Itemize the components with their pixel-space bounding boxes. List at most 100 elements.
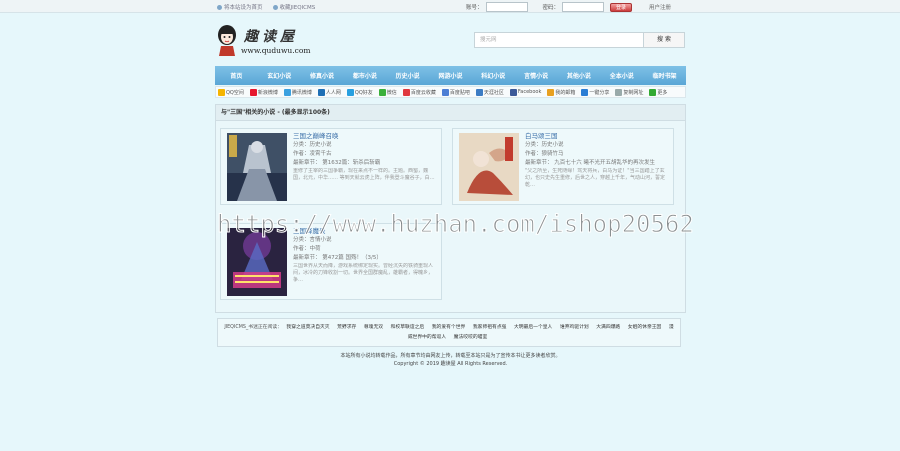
book-intro: "父之所至，生死随缘！驾天将兵，白马为证！"当三国踏上了玄幻，也只史先生重修，后… <box>525 168 666 188</box>
share-qq[interactable]: QQ好友 <box>346 88 373 96</box>
readers-reading-box: JIEQICMS_书迷正在阅读： 我穿之道莫决自灭灭 荒野求存 尊魂无双 和校草… <box>217 318 681 347</box>
main-nav: 首页 玄幻小说 修真小说 都市小说 历史小说 网游小说 科幻小说 言情小说 其他… <box>215 66 686 85</box>
tencent-weibo-icon <box>283 88 291 96</box>
nav-quanben[interactable]: 全本小说 <box>600 71 643 80</box>
tianya-icon <box>475 88 483 96</box>
footer-copyright: Copyright © 2019 趣读屋 All Rights Reserved… <box>393 361 508 367</box>
book-card[interactable]: 白马颂三国 分类：历史小说 作者：狼骑竹马 最新章节： 九百七十六 曦不光开五胡… <box>452 128 674 205</box>
reading-link[interactable]: 和校草联谊之后 <box>391 325 425 330</box>
account-label: 账号： <box>466 5 483 11</box>
book-intro: 三国世界从天而降，游戏系统绑定现实。曾经沉失的铁骑重现人间，冰冷的刀锋收割一切。… <box>293 263 434 283</box>
mail-icon <box>547 88 555 96</box>
nav-bookshelf[interactable]: 临时书架 <box>643 71 686 80</box>
book-author: 作者：狼骑竹马 <box>525 151 564 157</box>
plus-icon <box>649 88 657 96</box>
book-latest-chapter[interactable]: 最新章节： 第1632篇：斩杀后斩霸 <box>293 159 437 168</box>
book-intro: 重修了主宰的三国争霸，现在来点不一样的。主题。西蜀，魏国，北元，中华…… 等到天… <box>293 168 435 181</box>
book-cover-image[interactable] <box>227 228 287 296</box>
share-tieba[interactable]: 百度贴吧 <box>441 88 470 96</box>
reading-link[interactable]: 谁弃鸡驱计划 <box>560 325 589 330</box>
nav-qita[interactable]: 其他小说 <box>558 71 601 80</box>
share-mail[interactable]: 我的邮箱 <box>547 88 575 96</box>
top-bar: 将本站设为首页 收藏JIEQICMS 账号： 密码： 登录 用户注册 <box>0 0 900 13</box>
logo-title: 趣读屋 <box>244 29 298 45</box>
heart-icon <box>402 88 410 96</box>
copy-icon <box>615 88 623 96</box>
book-author: 作者：凌霄千古 <box>293 151 332 157</box>
nav-wangyou[interactable]: 网游小说 <box>429 71 472 80</box>
reading-link[interactable]: 我家师祖有点强 <box>473 325 507 330</box>
home-icon <box>217 4 222 10</box>
set-home-link[interactable]: 将本站设为首页 <box>217 3 263 11</box>
nav-home[interactable]: 首页 <box>215 71 258 80</box>
watermark-text: https://www.huzhan.com/ishop20562 <box>217 210 695 239</box>
login-button[interactable]: 登录 <box>610 2 633 12</box>
book-latest-chapter[interactable]: 最新章节： 九百七十六 曦不光开五胡乱华的再次发生 <box>525 159 669 168</box>
nav-yanqing[interactable]: 言情小说 <box>515 71 558 80</box>
reading-label: JIEQICMS_书迷正在阅读： <box>224 325 282 330</box>
share-renren[interactable]: 人人网 <box>317 88 341 96</box>
register-link[interactable]: 用户注册 <box>649 3 671 11</box>
wechat-icon <box>378 88 386 96</box>
share-baiducloud[interactable]: 百度云收藏 <box>402 88 436 96</box>
password-label: 密码： <box>542 5 560 11</box>
book-cover-image[interactable] <box>459 133 519 201</box>
results-heading: 与"三国"相关的小说 - (最多显示100条) <box>216 105 685 121</box>
tieba-icon <box>441 88 449 96</box>
reading-link[interactable]: 荒野求存 <box>337 325 356 330</box>
nav-lishi[interactable]: 历史小说 <box>386 71 429 80</box>
search-results-panel: 与"三国"相关的小说 - (最多显示100条) 三国之巅峰召唤 分类：历史小说 … <box>215 104 686 313</box>
password-input[interactable] <box>562 2 605 12</box>
logo-url: www.quduwu.com <box>241 46 311 55</box>
reading-link[interactable]: 大明最后一个皇人 <box>514 325 552 330</box>
reading-link[interactable]: 魔法咬咬的喵室 <box>454 335 488 340</box>
book-info: 三国之巅峰召唤 分类：历史小说 作者：凌霄千古 最新章节： 第1632篇：斩杀后… <box>293 132 437 189</box>
book-info: 白马颂三国 分类：历史小说 作者：狼骑竹马 最新章节： 九百七十六 曦不光开五胡… <box>525 132 669 189</box>
nav-xuanhuan[interactable]: 玄幻小说 <box>258 71 301 80</box>
book-latest-chapter[interactable]: 最新章节： 第472篇 国殇！（3/5） <box>293 254 437 263</box>
share-qzone[interactable]: QQ空间 <box>218 88 244 96</box>
share-wechat[interactable]: 微信 <box>378 88 397 96</box>
qq-icon <box>346 88 354 96</box>
share-tianya[interactable]: 天涯社区 <box>475 88 504 96</box>
share-facebook[interactable]: Facebook <box>509 88 541 96</box>
facebook-icon <box>509 88 517 96</box>
book-category: 分类：历史小说 <box>293 142 332 148</box>
reading-link[interactable]: 大满四爆路 <box>596 325 620 330</box>
book-title[interactable]: 三国之巅峰召唤 <box>293 132 437 141</box>
search-input[interactable]: 搜元网 <box>474 32 644 48</box>
book-author: 作者：中荷 <box>293 246 321 252</box>
reading-link[interactable]: 女姐的休亲王因 <box>628 325 662 330</box>
favorite-link[interactable]: 收藏JIEQICMS <box>272 3 315 11</box>
nav-xiuzhen[interactable]: 修真小说 <box>301 71 344 80</box>
account-input[interactable] <box>485 2 528 12</box>
reading-link[interactable]: 我的爱有个世界 <box>432 325 466 330</box>
weibo-icon <box>249 88 257 96</box>
star-icon <box>272 4 278 10</box>
nav-dushi[interactable]: 都市小说 <box>343 71 386 80</box>
share-onekey[interactable]: 一键分享 <box>581 88 609 96</box>
search-bar: 搜元网 搜 索 <box>474 32 685 48</box>
reading-link[interactable]: 尊魂无双 <box>364 325 383 330</box>
share-bar: QQ空间 新浪微博 腾讯微博 人人网 QQ好友 微信 百度云收藏 百度贴吧 天涯… <box>215 86 686 98</box>
login-form: 账号： 密码： 登录 用户注册 <box>466 2 671 12</box>
search-button[interactable]: 搜 索 <box>644 32 685 48</box>
book-title[interactable]: 白马颂三国 <box>525 132 669 141</box>
logo-girl-icon <box>218 25 236 56</box>
renren-icon <box>317 88 325 96</box>
top-links: 将本站设为首页 收藏JIEQICMS <box>217 3 315 11</box>
footer-disclaimer: 本站所有小说均转载作品，所有章节均由网友上传，转载至本站只是为了宣传本书让更多读… <box>340 353 561 359</box>
share-more[interactable]: 更多 <box>649 88 667 96</box>
share-tweibo[interactable]: 腾讯微博 <box>283 88 312 96</box>
share-icon <box>581 88 589 96</box>
qzone-icon <box>218 88 225 96</box>
book-cover-image[interactable] <box>227 133 287 201</box>
nav-kehuan[interactable]: 科幻小说 <box>472 71 515 80</box>
book-category: 分类：历史小说 <box>525 142 564 148</box>
share-weibo[interactable]: 新浪微博 <box>249 88 278 96</box>
reading-link[interactable]: 我穿之道莫决自灭灭 <box>286 325 329 330</box>
footer: 本站所有小说均转载作品，所有章节均由网友上传，转载至本站只是为了宣传本书让更多读… <box>215 352 686 368</box>
share-copy[interactable]: 复制网址 <box>615 88 643 96</box>
site-logo[interactable]: 趣读屋 www.quduwu.com <box>216 24 326 58</box>
book-card[interactable]: 三国之巅峰召唤 分类：历史小说 作者：凌霄千古 最新章节： 第1632篇：斩杀后… <box>220 128 442 205</box>
